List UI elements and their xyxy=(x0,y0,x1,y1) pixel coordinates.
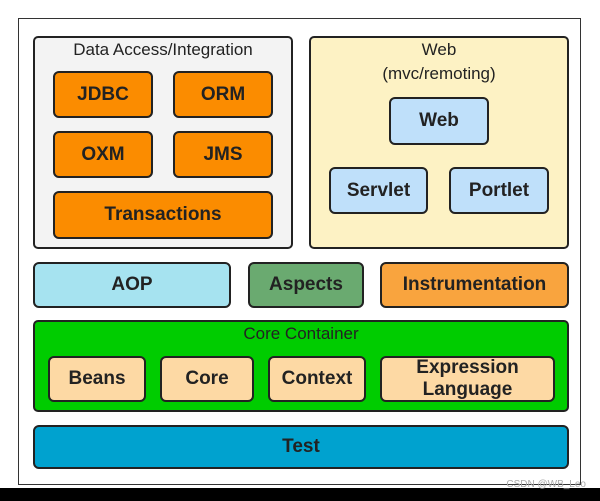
module-test: Test xyxy=(33,425,569,469)
module-web: Web xyxy=(389,97,489,145)
module-jdbc: JDBC xyxy=(53,71,153,118)
module-orm: ORM xyxy=(173,71,273,118)
module-jms: JMS xyxy=(173,131,273,178)
core-container-title: Core Container xyxy=(243,324,359,343)
module-aspects: Aspects xyxy=(248,262,364,308)
module-servlet: Servlet xyxy=(329,167,428,214)
module-aop: AOP xyxy=(33,262,231,308)
data-access-title: Data Access/Integration xyxy=(73,40,253,59)
watermark: CSDN @WB_Leo xyxy=(506,479,586,490)
module-beans: Beans xyxy=(48,356,146,402)
module-oxm: OXM xyxy=(53,131,153,178)
module-context: Context xyxy=(268,356,366,402)
web-title: Web xyxy=(421,40,457,59)
module-portlet: Portlet xyxy=(449,167,549,214)
module-instrumentation: Instrumentation xyxy=(380,262,569,308)
web-subtitle: (mvc/remoting) xyxy=(382,64,496,83)
module-expression-language: Expression Language xyxy=(380,356,555,402)
module-core: Core xyxy=(160,356,254,402)
module-transactions: Transactions xyxy=(53,191,273,239)
